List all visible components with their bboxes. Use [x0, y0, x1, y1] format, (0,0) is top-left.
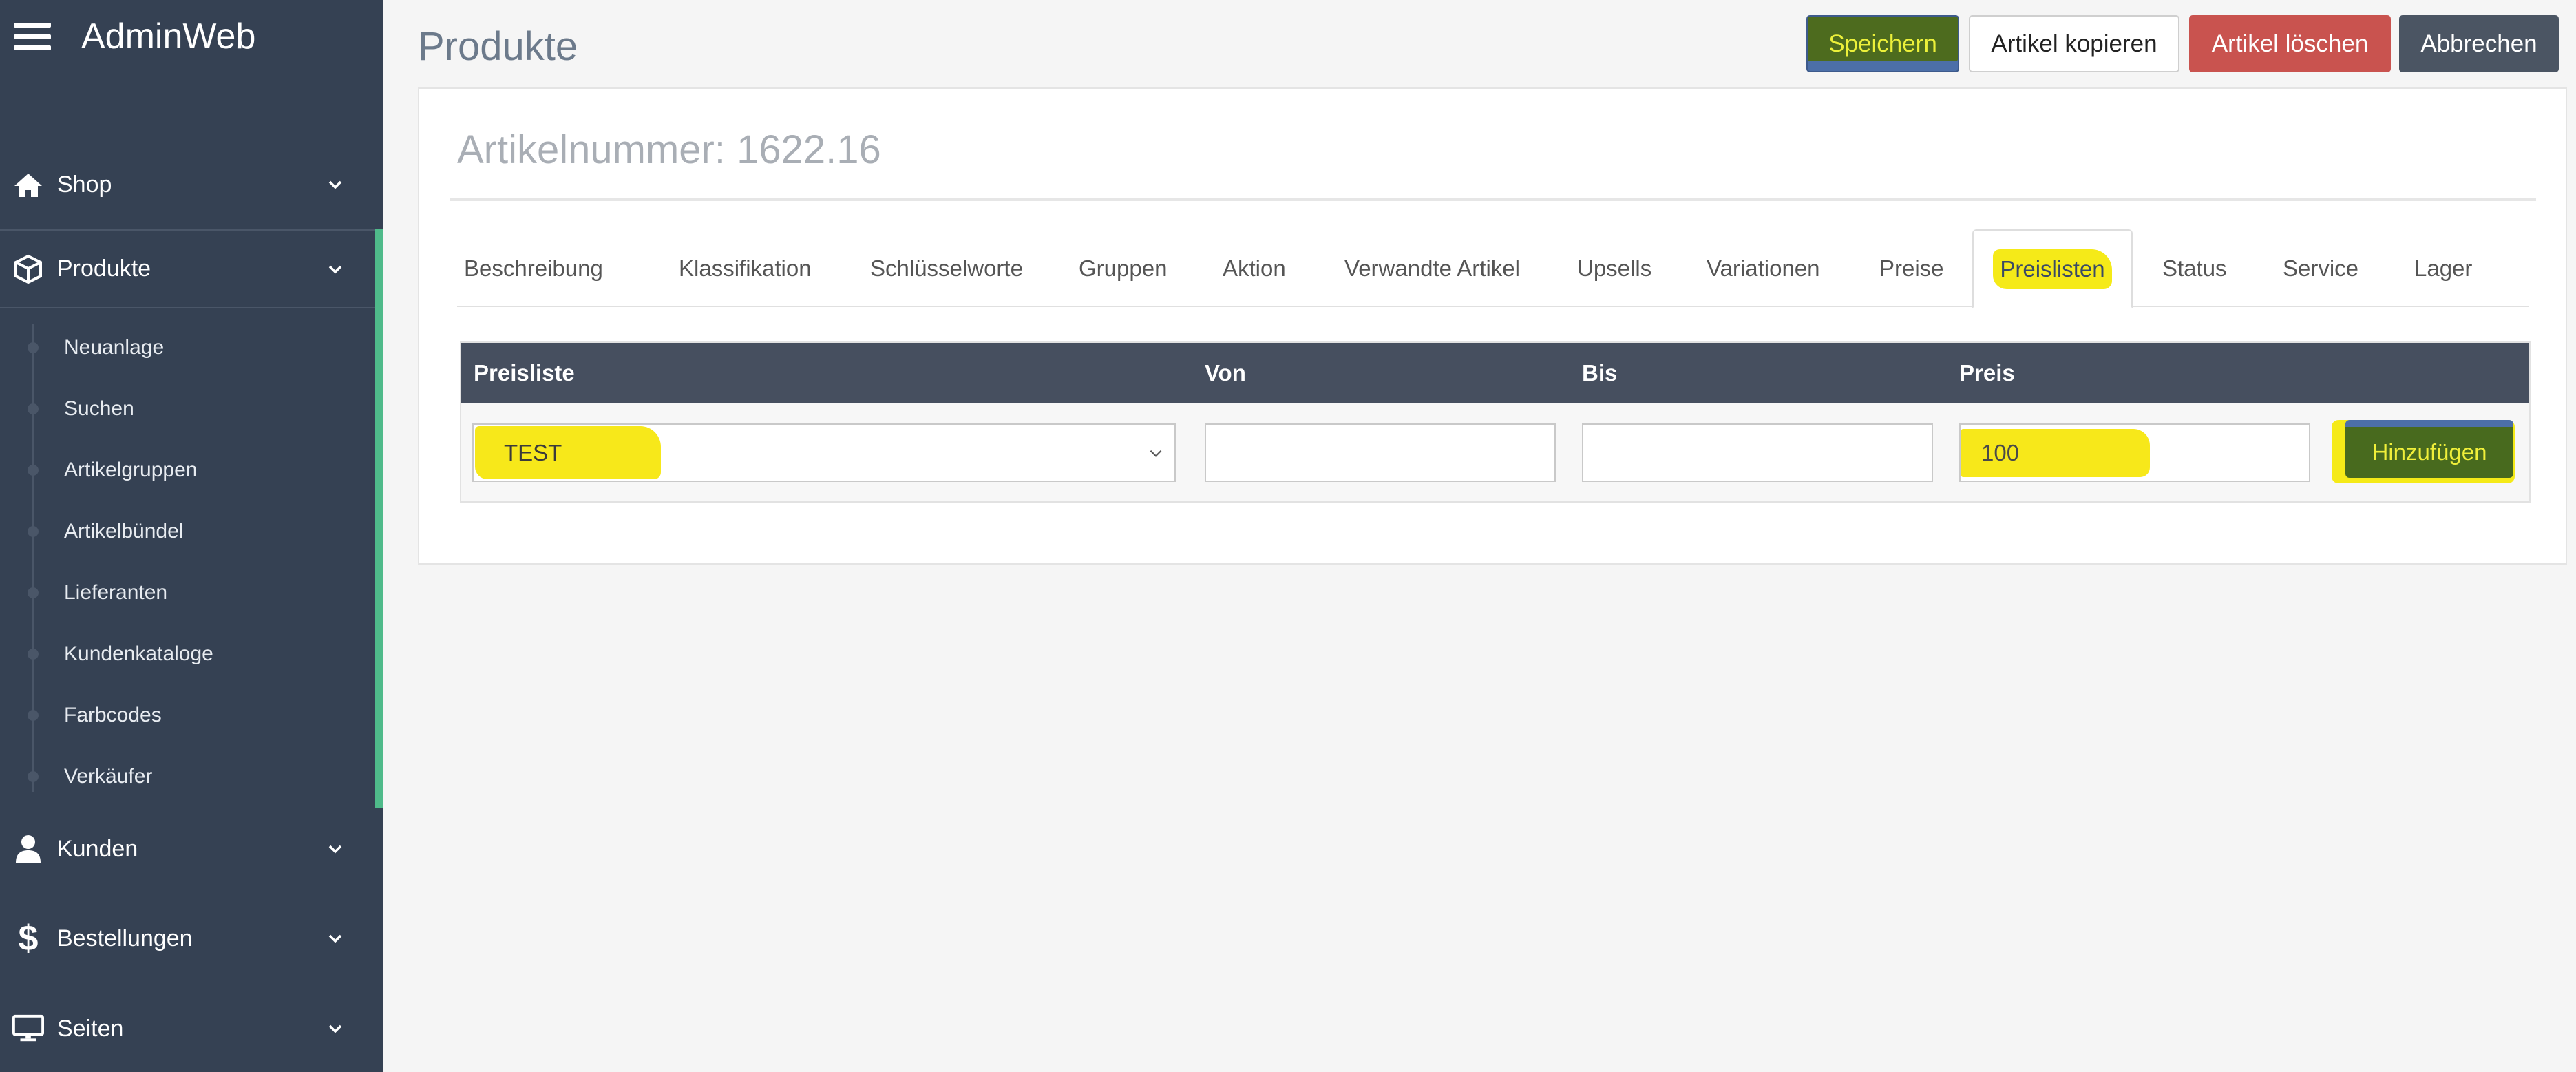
tab-service[interactable]: Service — [2283, 229, 2358, 307]
tab-preislisten[interactable]: Preislisten — [1972, 229, 2133, 308]
brand: AdminWeb — [14, 12, 255, 61]
sidebar-subitem-kundenkataloge[interactable]: Kundenkataloge — [0, 623, 375, 684]
bis-input[interactable] — [1582, 423, 1933, 482]
copy-article-button[interactable]: Artikel kopieren — [1969, 15, 2179, 72]
tab-beschreibung[interactable]: Beschreibung — [464, 229, 603, 307]
sidebar-subitem-neuanlage[interactable]: Neuanlage — [0, 317, 375, 378]
preisliste-selected-value: TEST — [475, 426, 661, 479]
dollar-icon: $ — [18, 918, 39, 958]
tab-schluesselworte[interactable]: Schlüsselworte — [870, 229, 1023, 307]
article-number: Artikelnummer: 1622.16 — [457, 127, 881, 172]
sidebar-item-label: Kunden — [57, 835, 138, 862]
app-name: AdminWeb — [81, 17, 256, 56]
chevron-down-icon — [327, 841, 344, 857]
cube-icon — [12, 253, 44, 285]
sidebar-subitem-suchen[interactable]: Suchen — [0, 378, 375, 439]
sidebar-item-label: Bestellungen — [57, 925, 193, 952]
von-input[interactable] — [1205, 423, 1556, 482]
column-header-preisliste: Preisliste — [474, 360, 575, 386]
tab-status[interactable]: Status — [2162, 229, 2227, 307]
chevron-down-icon — [327, 261, 344, 277]
sidebar-item-produkte[interactable]: Produkte — [0, 229, 383, 308]
sidebar-item-label: Produkte — [57, 255, 151, 282]
divider — [450, 198, 2536, 201]
product-card: Artikelnummer: 1622.16 Beschreibung Klas… — [418, 87, 2567, 565]
sidebar-item-seiten[interactable]: Seiten — [0, 994, 383, 1063]
sidebar-item-kunden[interactable]: Kunden — [0, 814, 383, 883]
table-header: Preisliste Von Bis Preis — [461, 343, 2529, 403]
pricelist-table: Preisliste Von Bis Preis TEST 100 Hinzuf… — [460, 341, 2531, 503]
sidebar-subitem-farbcodes[interactable]: Farbcodes — [0, 684, 375, 746]
column-header-von: Von — [1205, 360, 1246, 386]
tab-gruppen[interactable]: Gruppen — [1079, 229, 1167, 307]
sidebar-subitem-lieferanten[interactable]: Lieferanten — [0, 562, 375, 623]
user-icon — [12, 833, 44, 865]
add-button-label: Hinzufügen — [2345, 420, 2513, 478]
tab-upsells[interactable]: Upsells — [1577, 229, 1651, 307]
preis-input[interactable]: 100 — [1959, 423, 2310, 482]
tab-bar: Beschreibung Klassifikation Schlüsselwor… — [457, 229, 2529, 308]
preisliste-select[interactable]: TEST — [472, 423, 1176, 482]
sidebar-subitem-artikelbuendel[interactable]: Artikelbündel — [0, 501, 375, 562]
sidebar-item-bestellungen[interactable]: $ Bestellungen — [0, 904, 383, 973]
cancel-button[interactable]: Abbrechen — [2399, 15, 2559, 72]
chevron-down-icon — [327, 930, 344, 947]
add-button[interactable]: Hinzufügen — [2332, 420, 2515, 483]
sidebar-item-label: Seiten — [57, 1015, 124, 1042]
preis-value: 100 — [1961, 429, 2150, 477]
sidebar-subitem-verkaeufer[interactable]: Verkäufer — [0, 746, 375, 807]
tab-klassifikation[interactable]: Klassifikation — [679, 229, 812, 307]
sidebar-item-label: Shop — [57, 171, 112, 198]
column-header-bis: Bis — [1582, 360, 1618, 386]
chevron-down-icon — [1147, 444, 1165, 462]
tab-preise[interactable]: Preise — [1879, 229, 1944, 307]
page-title: Produkte — [418, 24, 578, 69]
sidebar: AdminWeb Shop Produkte Neuanlage Suchen … — [0, 0, 383, 1072]
delete-article-button[interactable]: Artikel löschen — [2189, 15, 2391, 72]
tab-verwandte-artikel[interactable]: Verwandte Artikel — [1344, 229, 1520, 307]
tab-lager[interactable]: Lager — [2414, 229, 2472, 307]
chevron-down-icon — [327, 1020, 344, 1037]
sidebar-item-shop[interactable]: Shop — [0, 150, 383, 219]
table-row: TEST 100 Hinzufügen — [461, 403, 2529, 501]
sidebar-subitem-artikelgruppen[interactable]: Artikelgruppen — [0, 439, 375, 501]
column-header-preis: Preis — [1959, 360, 2015, 386]
monitor-icon — [12, 1013, 44, 1044]
chevron-down-icon — [327, 176, 344, 193]
active-indicator — [375, 229, 383, 808]
tab-variationen[interactable]: Variationen — [1707, 229, 1820, 307]
menu-icon[interactable] — [14, 23, 51, 50]
save-button[interactable]: Speichern — [1806, 15, 1959, 72]
tab-aktion[interactable]: Aktion — [1223, 229, 1286, 307]
home-icon — [12, 169, 44, 200]
